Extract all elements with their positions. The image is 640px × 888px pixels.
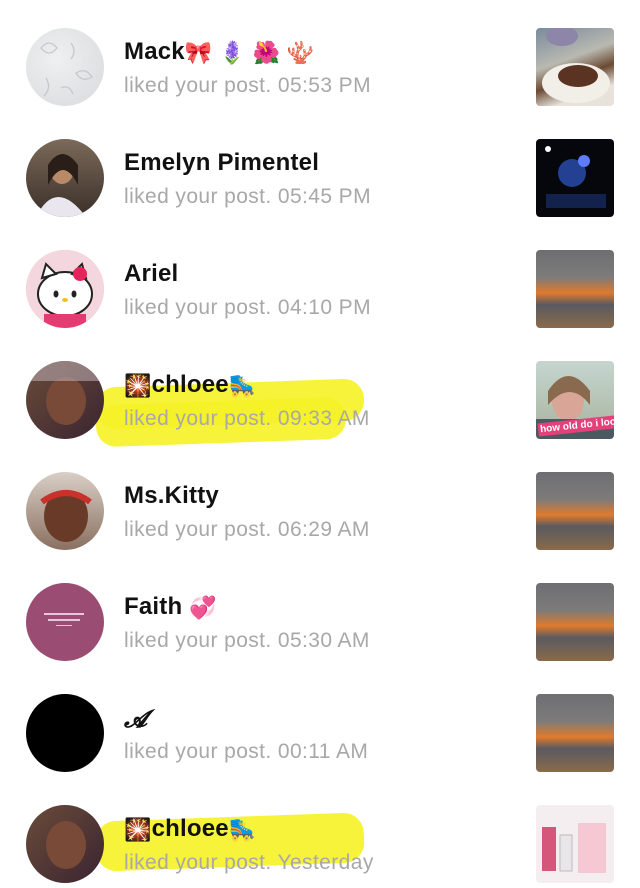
user-name[interactable]: Emelyn Pimentel [124,149,319,177]
user-name[interactable]: 𝓐 [124,704,147,733]
notification-row[interactable]: 𝓐 liked your post. 00:11 AM [0,666,640,777]
hearts-icon: 💞 [189,594,217,620]
avatar[interactable] [26,805,104,883]
avatar[interactable] [26,250,104,328]
notification-text: liked your post. 05:45 PM [124,185,371,208]
post-thumbnail[interactable] [536,139,614,217]
person-photo-image [46,821,86,869]
timestamp: 00:11 AM [277,740,369,763]
notification-text: liked your post. 05:53 PM [124,74,371,97]
user-name[interactable]: Mack🎀 🪻 🌺 🪸 [124,38,314,66]
post-thumbnail[interactable] [536,805,614,883]
notification-row[interactable]: Mack🎀 🪻 🌺 🪸 liked your post. 05:53 PM [0,0,640,111]
notification-text: liked your post. 00:11 AM [124,740,369,763]
timestamp: 04:10 PM [277,296,371,319]
emoji-icons: 🎀 🪻 🌺 🪸 [184,39,315,65]
floral-pattern-icon [40,42,93,97]
person-photo-image [36,154,86,217]
text-graphic-image [44,613,84,626]
firework-icon: 🎇 [124,372,152,398]
user-name[interactable]: Ms.Kitty [124,482,219,510]
person-photo-image [26,361,104,425]
user-name[interactable]: Faith 💞 [124,593,217,621]
notification-row[interactable]: 🎇chloee🛼 liked your post. Yesterday [0,777,640,888]
user-name[interactable]: 🎇chloee🛼 [124,815,256,843]
avatar[interactable] [26,139,104,217]
notification-row[interactable]: Ms.Kitty liked your post. 06:29 AM [0,444,640,555]
food-plate-image [542,28,610,103]
notification-text: liked your post. 04:10 PM [124,296,371,319]
hello-kitty-icon [26,250,104,328]
post-thumbnail[interactable] [536,694,614,772]
firework-icon: 🎇 [124,816,152,842]
timestamp: 05:30 AM [277,629,370,652]
timestamp: 05:45 PM [277,185,371,208]
product-image [542,823,606,873]
roller-skate-icon: 🛼 [228,816,257,842]
notification-row[interactable]: 🎇chloee🛼 liked your post. 09:33 AM how o… [0,333,640,448]
timestamp: 05:53 PM [277,74,371,97]
notification-row[interactable]: Faith 💞 liked your post. 05:30 AM [0,555,640,666]
notification-text: liked your post. Yesterday [124,851,374,874]
avatar[interactable] [26,361,104,439]
person-photo-image [40,490,92,542]
notification-text: liked your post. 09:33 AM [124,407,370,430]
post-thumbnail[interactable] [536,28,614,106]
avatar[interactable] [26,28,104,106]
user-name[interactable]: 🎇chloee🛼 [124,371,256,399]
user-name[interactable]: Ariel [124,260,178,288]
roller-skate-icon: 🛼 [228,372,257,398]
post-thumbnail[interactable] [536,250,614,328]
timestamp: 06:29 AM [277,518,370,541]
notification-row[interactable]: Emelyn Pimentel liked your post. 05:45 P… [0,111,640,222]
night-lights-image [545,146,606,208]
post-thumbnail[interactable] [536,472,614,550]
avatar[interactable] [26,694,104,772]
notification-text: liked your post. 06:29 AM [124,518,370,541]
post-thumbnail[interactable] [536,583,614,661]
avatar[interactable] [26,472,104,550]
notification-text: liked your post. 05:30 AM [124,629,370,652]
post-thumbnail[interactable]: how old do i look [536,361,614,439]
avatar[interactable] [26,583,104,661]
notification-row[interactable]: Ariel liked your post. 04:10 PM [0,222,640,333]
timestamp: 09:33 AM [277,407,370,430]
